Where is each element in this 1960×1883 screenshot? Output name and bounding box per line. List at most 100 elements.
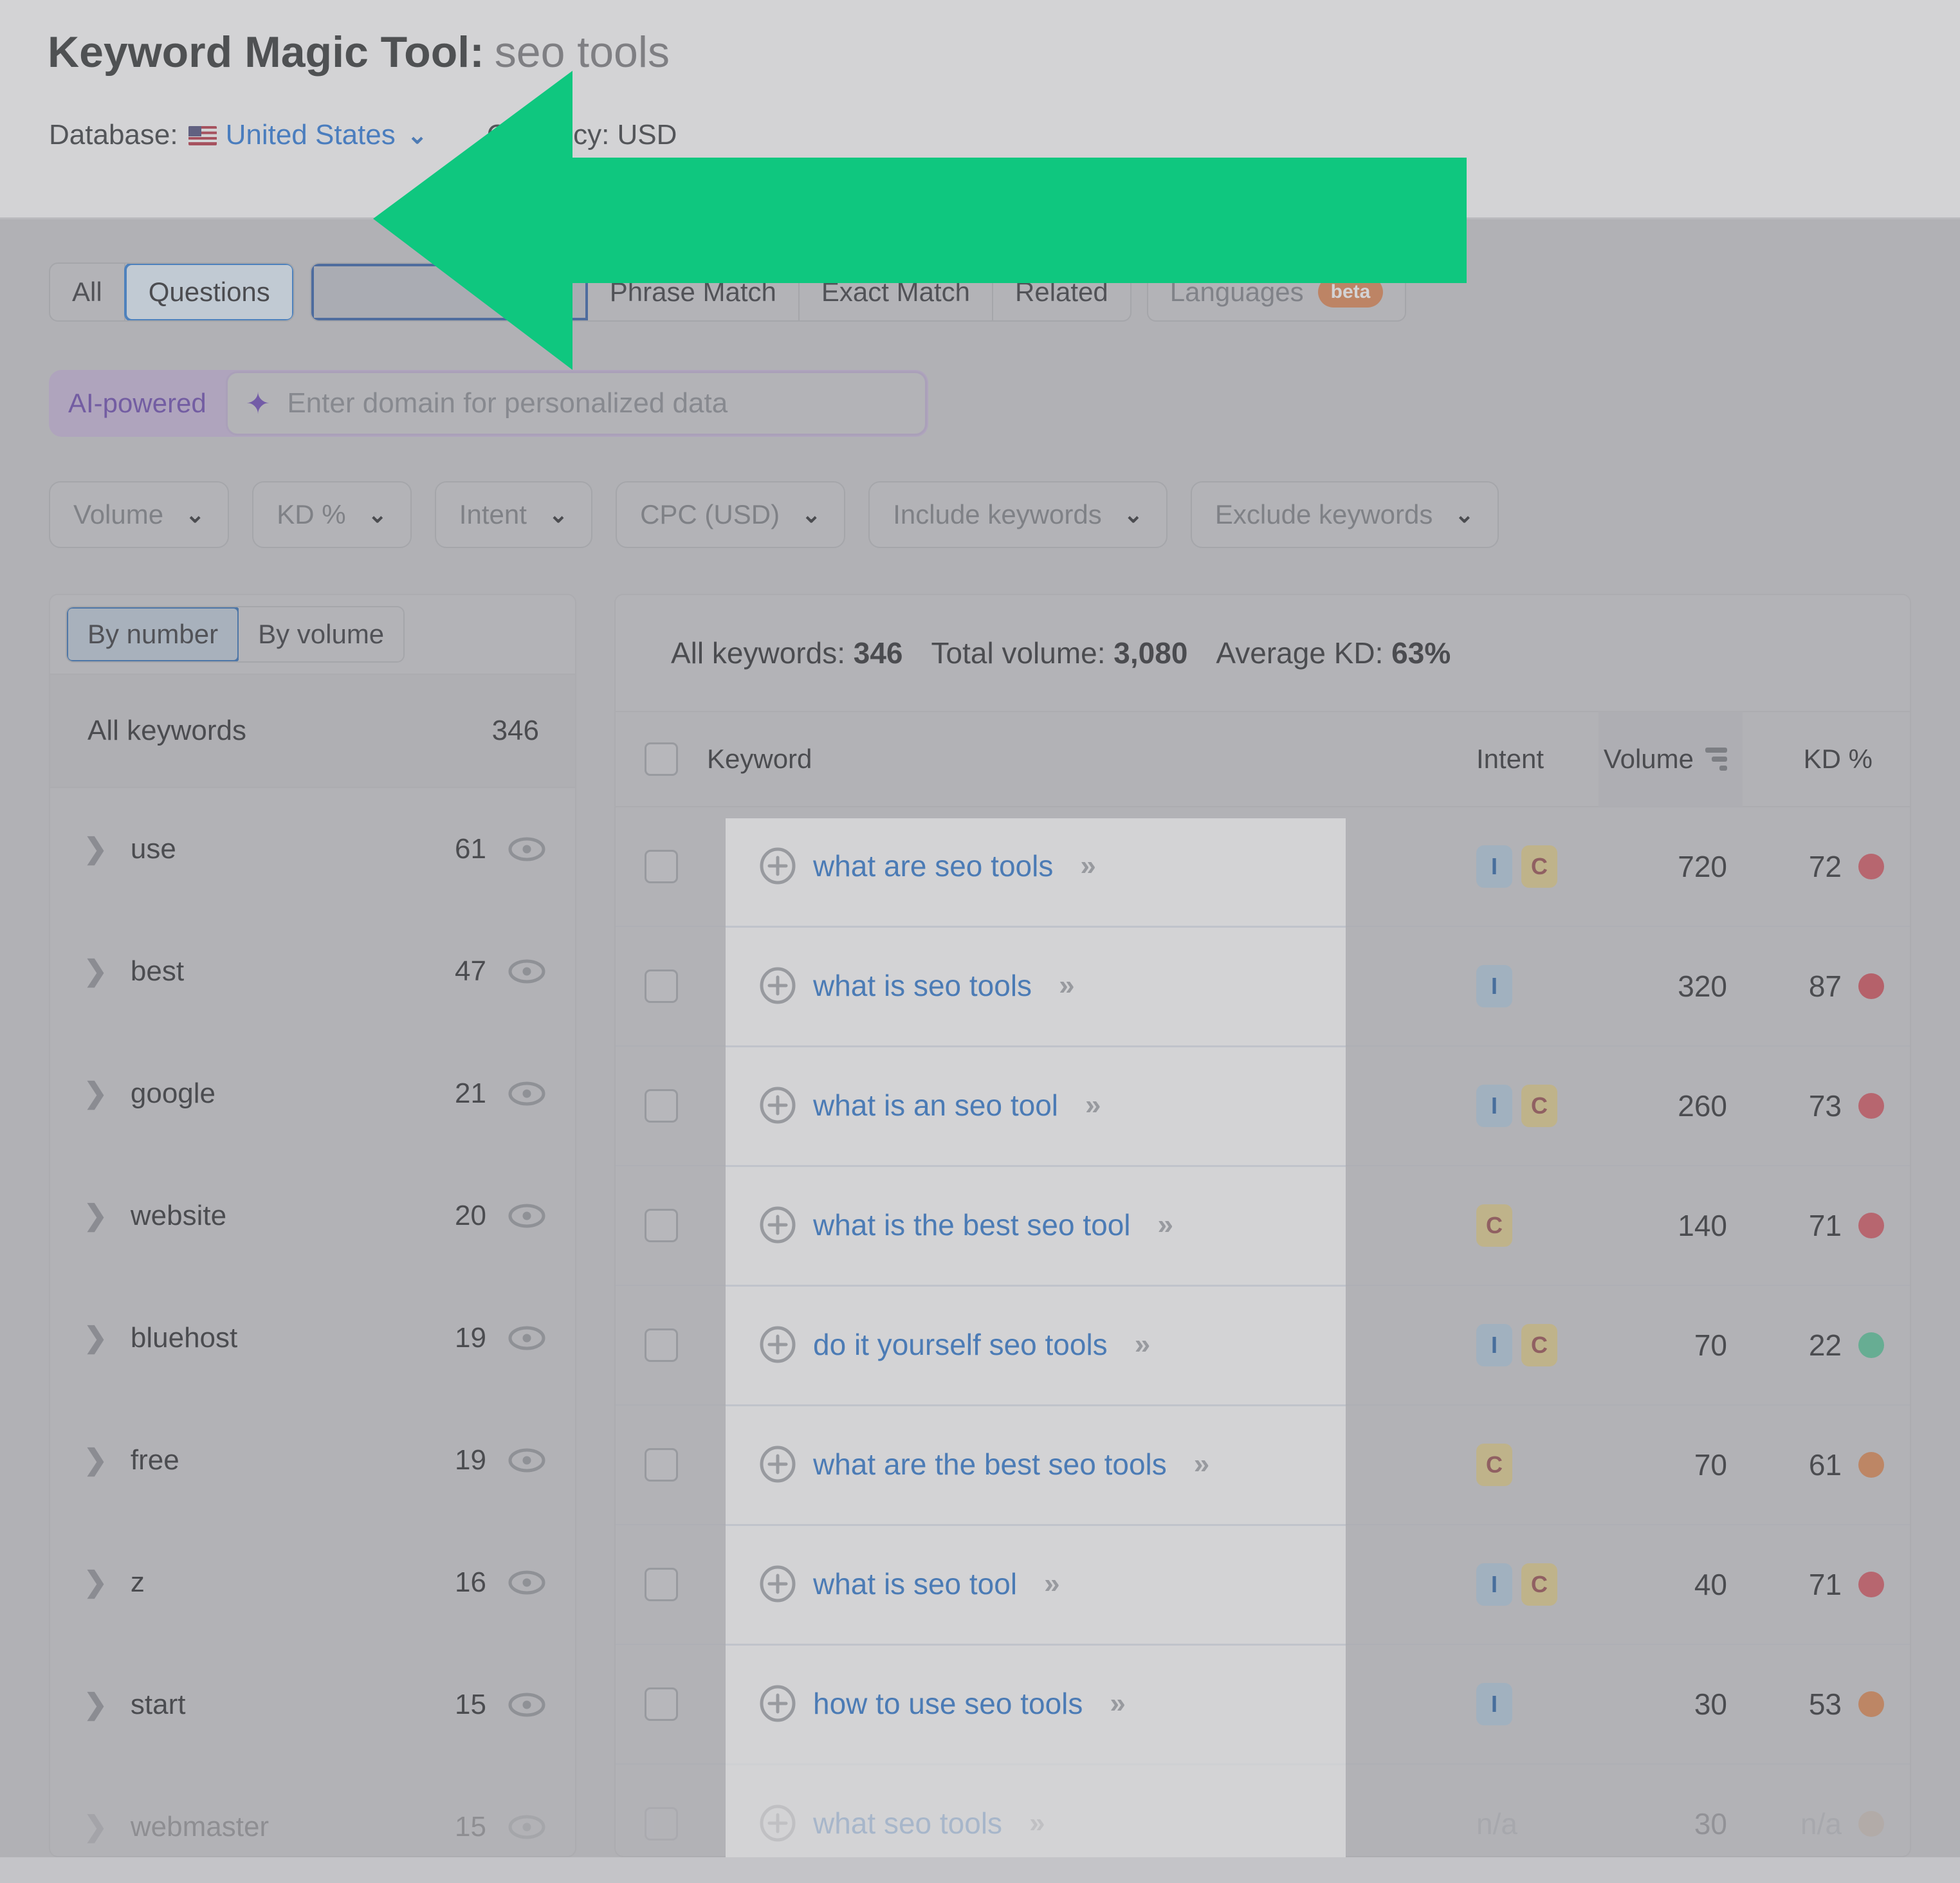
tab-group-languages: Languages beta	[1147, 262, 1407, 322]
chevron-right-icon[interactable]: ❯	[84, 1446, 107, 1474]
chevron-right-icon[interactable]: ❯	[84, 1813, 107, 1841]
row-checkbox-cell[interactable]	[616, 969, 707, 1003]
select-all-checkbox-cell[interactable]	[616, 742, 707, 776]
sidebar-item[interactable]: ❯google21	[50, 1033, 575, 1155]
tab-related[interactable]: Related	[993, 264, 1130, 320]
row-checkbox-cell[interactable]	[616, 1089, 707, 1123]
eye-icon[interactable]	[508, 837, 545, 861]
chevron-down-icon[interactable]: ⌄	[407, 121, 428, 150]
tab-exact-match[interactable]: Exact Match	[800, 264, 993, 320]
tab-all[interactable]: All	[50, 264, 125, 320]
table-row[interactable]: I32087	[616, 927, 1910, 1047]
sidebar-item[interactable]: ❯z16	[50, 1521, 575, 1644]
row-checkbox-cell[interactable]	[616, 1209, 707, 1242]
row-checkbox-cell[interactable]	[616, 1807, 707, 1841]
chevron-right-icon[interactable]: ❯	[84, 1324, 107, 1352]
filter-kd-label: KD %	[277, 499, 345, 530]
filter-volume[interactable]: Volume ⌄	[49, 481, 229, 548]
eye-icon[interactable]	[508, 1570, 545, 1595]
kd-difficulty-dot	[1858, 1213, 1884, 1238]
domain-input-placeholder: Enter domain for personalized data	[287, 387, 728, 419]
eye-icon[interactable]	[508, 1448, 545, 1473]
intent-badge-c: C	[1521, 1085, 1557, 1127]
table-row[interactable]: IC7022	[616, 1286, 1910, 1406]
table-row[interactable]: IC72072	[616, 807, 1910, 927]
table-row[interactable]: C14071	[616, 1166, 1910, 1286]
eye-icon[interactable]	[508, 1693, 545, 1717]
sort-by-volume-button[interactable]: By volume	[239, 607, 403, 661]
filter-exclude-keywords[interactable]: Exclude keywords ⌄	[1191, 481, 1499, 548]
filter-include-keywords[interactable]: Include keywords ⌄	[868, 481, 1168, 548]
sidebar-item[interactable]: ❯bluehost19	[50, 1277, 575, 1399]
column-header-volume[interactable]: Volume	[1598, 712, 1743, 807]
row-checkbox-cell[interactable]	[616, 1448, 707, 1482]
sidebar-item[interactable]: ❯free19	[50, 1399, 575, 1521]
kd-difficulty-dot	[1858, 1332, 1884, 1358]
row-checkbox-cell[interactable]	[616, 1328, 707, 1362]
filter-intent[interactable]: Intent ⌄	[435, 481, 592, 548]
select-all-checkbox[interactable]	[645, 742, 678, 776]
page-title: Keyword Magic Tool:seo tools	[48, 27, 670, 77]
row-checkbox-cell[interactable]	[616, 850, 707, 883]
domain-input[interactable]: ✦ Enter domain for personalized data	[226, 371, 927, 436]
row-checkbox[interactable]	[645, 1448, 678, 1482]
chevron-right-icon[interactable]: ❯	[84, 957, 107, 986]
row-checkbox[interactable]	[645, 1568, 678, 1601]
eye-icon[interactable]	[508, 1204, 545, 1228]
row-checkbox[interactable]	[645, 850, 678, 883]
chevron-right-icon[interactable]: ❯	[84, 1568, 107, 1597]
sidebar-all-keywords-row[interactable]: All keywords 346	[50, 675, 575, 788]
table-row[interactable]: IC26073	[616, 1047, 1910, 1166]
table-row[interactable]: I3053	[616, 1645, 1910, 1765]
column-header-kd[interactable]: KD %	[1743, 744, 1910, 775]
tab-phrase-match[interactable]: Phrase Match	[588, 264, 800, 320]
intent-badge-i: I	[1476, 845, 1512, 888]
filter-cpc-label: CPC (USD)	[640, 499, 780, 530]
sidebar-item[interactable]: ❯website20	[50, 1155, 575, 1277]
chevron-down-icon: ⌄	[1124, 501, 1143, 528]
sidebar-all-keywords-count: 346	[492, 715, 539, 747]
volume-cell: 70	[1598, 1328, 1743, 1363]
kd-cell: 71	[1743, 1567, 1910, 1602]
eye-icon[interactable]	[508, 1815, 545, 1839]
row-checkbox[interactable]	[645, 1807, 678, 1841]
chevron-right-icon[interactable]: ❯	[84, 1079, 107, 1108]
eye-icon[interactable]	[508, 1081, 545, 1106]
intent-badge-i: I	[1476, 1324, 1512, 1366]
row-checkbox[interactable]	[645, 969, 678, 1003]
sidebar-item-count: 15	[455, 1811, 486, 1843]
row-checkbox[interactable]	[645, 1209, 678, 1242]
sort-descending-icon[interactable]	[1705, 748, 1727, 771]
kd-difficulty-dot	[1858, 1811, 1884, 1837]
tab-languages[interactable]: Languages beta	[1148, 264, 1406, 320]
filter-cpc[interactable]: CPC (USD) ⌄	[616, 481, 845, 548]
row-checkbox-cell[interactable]	[616, 1568, 707, 1601]
sidebar-item[interactable]: ❯webmaster15	[50, 1766, 575, 1857]
volume-cell: 30	[1598, 1806, 1743, 1841]
table-row[interactable]: n/a30n/a	[616, 1765, 1910, 1857]
sidebar-item[interactable]: ❯use61	[50, 788, 575, 910]
row-checkbox-cell[interactable]	[616, 1687, 707, 1721]
chevron-right-icon[interactable]: ❯	[84, 1691, 107, 1719]
filter-kd[interactable]: KD % ⌄	[252, 481, 412, 548]
column-header-keyword[interactable]: Keyword	[707, 744, 1476, 775]
row-checkbox[interactable]	[645, 1687, 678, 1721]
column-header-intent[interactable]: Intent	[1476, 744, 1598, 775]
chevron-right-icon[interactable]: ❯	[84, 835, 107, 863]
database-value[interactable]: United States	[226, 119, 396, 151]
chevron-right-icon[interactable]: ❯	[84, 1202, 107, 1230]
eye-icon[interactable]	[508, 959, 545, 984]
table-row[interactable]: C7061	[616, 1406, 1910, 1525]
kd-value: 53	[1809, 1687, 1842, 1722]
summary-average-kd-label: Average KD:	[1216, 636, 1383, 670]
sidebar-item[interactable]: ❯best47	[50, 910, 575, 1033]
tab-broad-match[interactable]	[311, 264, 588, 320]
row-checkbox[interactable]	[645, 1089, 678, 1123]
sidebar-item-label: free	[131, 1444, 455, 1476]
sidebar-item[interactable]: ❯start15	[50, 1644, 575, 1766]
table-row[interactable]: IC4071	[616, 1525, 1910, 1645]
tab-questions[interactable]: Questions	[124, 262, 295, 322]
sort-by-number-button[interactable]: By number	[66, 606, 240, 663]
row-checkbox[interactable]	[645, 1328, 678, 1362]
eye-icon[interactable]	[508, 1326, 545, 1350]
